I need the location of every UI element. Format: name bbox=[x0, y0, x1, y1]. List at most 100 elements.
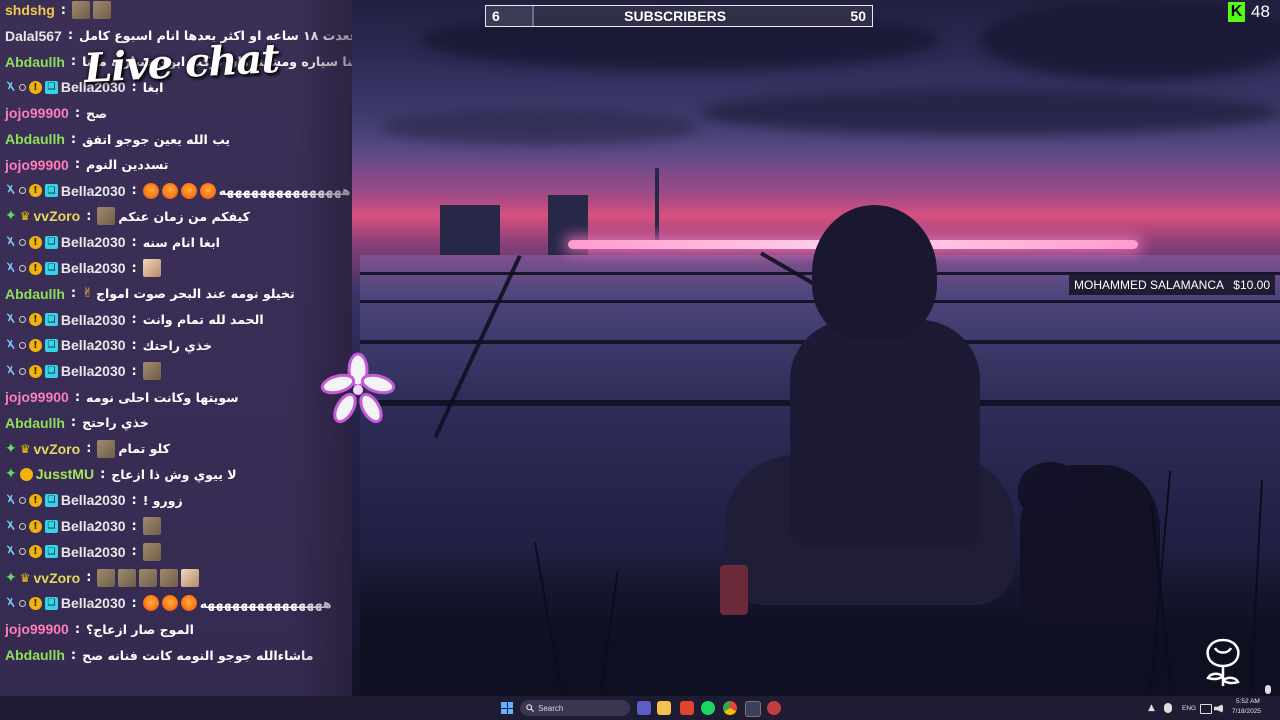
building bbox=[440, 205, 500, 255]
soda-can bbox=[720, 565, 748, 615]
language-indicator[interactable]: ENG bbox=[1182, 705, 1196, 712]
chat-username[interactable]: Abdaullh bbox=[5, 131, 65, 147]
chat-username[interactable]: shdshg bbox=[5, 2, 55, 18]
chat-username[interactable]: Bella2030 bbox=[61, 337, 126, 353]
chat-message-text: يب الله يعين جوجو اتفق bbox=[82, 131, 231, 147]
viewer-count: K 48 bbox=[1228, 2, 1270, 22]
chat-username[interactable]: Bella2030 bbox=[61, 260, 126, 276]
chat-separator: : bbox=[70, 286, 77, 302]
emote-icon bbox=[142, 362, 161, 381]
chat-username[interactable]: Bella2030 bbox=[61, 183, 126, 199]
crown-badge-icon: ♛ bbox=[19, 209, 31, 224]
chat-message-text: خذي راحتج bbox=[82, 415, 149, 431]
chat-username[interactable]: vvZoro bbox=[34, 570, 81, 586]
antenna bbox=[655, 168, 659, 248]
chrome-icon[interactable] bbox=[723, 701, 737, 715]
subscriber-badge-icon: ❑ bbox=[44, 80, 58, 94]
chat-username[interactable]: Bella2030 bbox=[61, 312, 126, 328]
chat-username[interactable]: Bella2030 bbox=[61, 363, 126, 379]
chat-message-text: هههههههههههههههه bbox=[218, 183, 351, 199]
chat-username[interactable]: Bella2030 bbox=[61, 492, 126, 508]
dot-badge-icon bbox=[18, 367, 26, 375]
chat-message: ✗! ❑ Bella2030: الحمد لله تمام وانت bbox=[5, 309, 264, 331]
donation-amount: $10.00 bbox=[1233, 278, 1270, 292]
chat-message: ✗! ❑ Bella2030: خذي راحتك bbox=[5, 334, 212, 356]
coin-badge-icon bbox=[19, 467, 33, 481]
girl-head bbox=[812, 205, 937, 340]
chat-message: ✦ ♛ vvZoro: bbox=[5, 567, 200, 589]
live-chat-panel[interactable]: shdshg:Dalal567:انا اذا قعدت ١٨ ساعه او … bbox=[0, 0, 352, 696]
chat-username[interactable]: jojo99900 bbox=[5, 105, 69, 121]
coin-badge-icon: ! bbox=[28, 596, 42, 610]
crying-laugh-emote-icon bbox=[199, 182, 216, 199]
chat-username[interactable]: Bella2030 bbox=[61, 544, 126, 560]
chat-separator: : bbox=[86, 570, 92, 586]
chat-separator: : bbox=[86, 441, 92, 457]
tray-chevron-icon[interactable]: ▲ bbox=[1148, 703, 1158, 713]
chat-message: jojo99900: صح bbox=[5, 102, 107, 124]
girl-body bbox=[790, 320, 980, 550]
chat-username[interactable]: JusstMU bbox=[36, 466, 94, 482]
network-icon[interactable] bbox=[1200, 704, 1212, 714]
chat-separator: : bbox=[70, 415, 77, 431]
subscriber-badge-icon: ❑ bbox=[44, 364, 58, 378]
chat-separator: : bbox=[131, 234, 137, 250]
chat-username[interactable]: Bella2030 bbox=[61, 518, 126, 534]
chat-username[interactable]: Abdaullh bbox=[5, 286, 65, 302]
crown-badge-icon: ♛ bbox=[19, 441, 31, 456]
sword-badge-icon: ✗ bbox=[5, 234, 16, 250]
chat-message-text: لا ييوي وش ذا ازعاج bbox=[111, 466, 237, 482]
crying-laugh-emote-icon bbox=[142, 595, 159, 612]
taskbar-search[interactable]: Search bbox=[520, 700, 630, 716]
chat-username[interactable]: jojo99900 bbox=[5, 621, 69, 637]
chat-message-text: سويتها وكانت احلى نومه bbox=[86, 389, 239, 405]
microphone-icon[interactable] bbox=[1164, 703, 1172, 713]
brave-browser-icon[interactable] bbox=[680, 701, 694, 715]
chat-username[interactable]: Abdaullh bbox=[5, 415, 65, 431]
cat-head bbox=[1018, 462, 1083, 517]
chat-username[interactable]: Abdaullh bbox=[5, 54, 65, 70]
file-explorer-icon[interactable] bbox=[657, 701, 671, 715]
chat-separator: : bbox=[74, 621, 81, 637]
search-placeholder: Search bbox=[538, 703, 564, 713]
chat-message-text: خذي راحتك bbox=[142, 337, 212, 353]
chat-separator: : bbox=[131, 363, 137, 379]
subscriber-badge-icon: ❑ bbox=[44, 235, 58, 249]
sword-badge-icon: ✗ bbox=[5, 544, 16, 560]
chat-separator: : bbox=[131, 337, 137, 353]
chat-username[interactable]: Bella2030 bbox=[61, 234, 126, 250]
windows-start-icon[interactable] bbox=[501, 702, 513, 714]
chat-username[interactable]: Abdaullh bbox=[5, 647, 65, 663]
chat-message: ✦ JusstMU: لا ييوي وش ذا ازعاج bbox=[5, 463, 237, 485]
app-icon[interactable] bbox=[745, 701, 761, 717]
coin-badge-icon: ! bbox=[28, 235, 42, 249]
obs-icon[interactable] bbox=[767, 701, 781, 715]
chat-message-text: زورو ! bbox=[142, 492, 183, 508]
subscriber-goal: 50 bbox=[850, 8, 866, 24]
chat-username[interactable]: vvZoro bbox=[34, 208, 81, 224]
teams-icon[interactable] bbox=[637, 701, 651, 715]
chat-username[interactable]: Dalal567 bbox=[5, 28, 62, 44]
clock-time[interactable]: 5:52 AM bbox=[1236, 698, 1260, 705]
emote-icon bbox=[97, 568, 116, 587]
subscriber-badge-icon: ❑ bbox=[44, 596, 58, 610]
coin-badge-icon: ! bbox=[28, 184, 42, 198]
chat-username[interactable]: vvZoro bbox=[34, 441, 81, 457]
coin-badge-icon: ! bbox=[28, 313, 42, 327]
chat-username[interactable]: jojo99900 bbox=[5, 389, 69, 405]
donation-alert: MOHAMMED SALAMANCA $10.00 bbox=[1069, 275, 1275, 295]
chat-username[interactable]: Bella2030 bbox=[61, 595, 126, 611]
spotify-icon[interactable] bbox=[701, 701, 715, 715]
diamond-badge-icon: ✦ bbox=[5, 440, 17, 457]
crying-laugh-emote-icon bbox=[180, 182, 197, 199]
subscriber-badge-icon: ❑ bbox=[44, 184, 58, 198]
chat-username[interactable]: jojo99900 bbox=[5, 157, 69, 173]
chat-message: shdshg: bbox=[5, 0, 111, 21]
chat-message-text: صح bbox=[86, 105, 108, 121]
chat-message: jojo99900: الموج صار ازعاج؟ bbox=[5, 618, 194, 640]
dot-badge-icon bbox=[18, 496, 26, 504]
glowing-flower-icon bbox=[320, 352, 396, 424]
dot-badge-icon bbox=[18, 341, 26, 349]
clock-date[interactable]: 7/18/2025 bbox=[1232, 708, 1261, 715]
subscriber-goal-bar: 6 SUBSCRIBERS 50 bbox=[485, 5, 873, 27]
